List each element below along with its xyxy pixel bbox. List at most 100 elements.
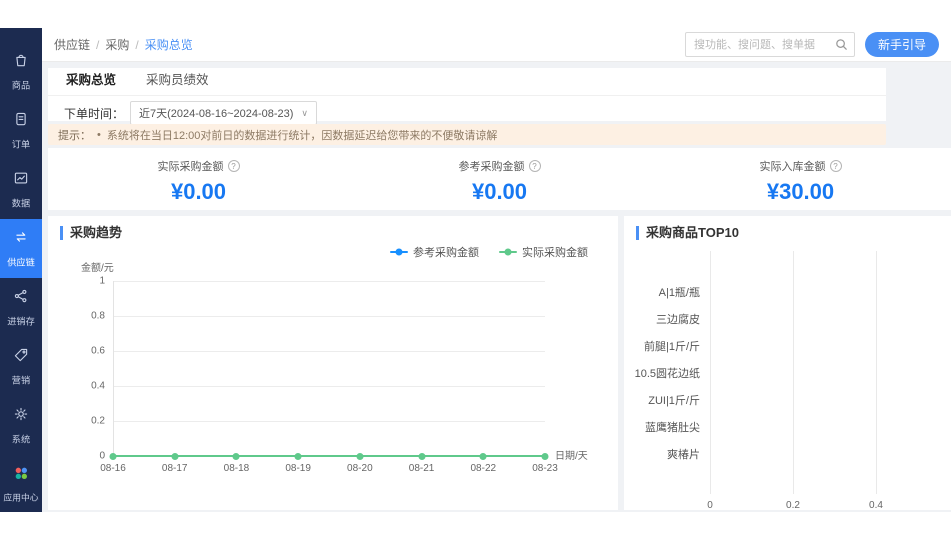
legend-item[interactable]: 参考采购金额 [390,244,479,260]
x-tick-label: 08-17 [162,463,188,474]
notice-bullet-icon: • [97,129,101,141]
help-icon[interactable]: ? [228,160,240,172]
breadcrumb-current: 采购总览 [145,36,193,53]
gridline [113,421,545,422]
category-label: 10.5圆花边纸 [624,365,700,381]
category-label: 爽椿片 [624,446,700,462]
breadcrumb-separator: / [96,38,99,52]
sidebar-item-marketing[interactable]: 营销 [0,337,42,396]
x-tick-label: 08-20 [347,463,373,474]
gridline [113,281,545,282]
data-point [110,453,117,460]
filter-row: 下单时间： 近7天(2024-08-16~2024-08-23) ∨ [48,96,886,125]
newbie-guide-button[interactable]: 新手引导 [865,32,939,57]
metric-value: ¥0.00 [48,179,349,205]
sidebar-item-data[interactable]: 数据 [0,160,42,219]
x-tick-label: 0.4 [869,500,883,510]
y-tick-label: 0.8 [91,311,105,322]
y-axis-line [113,281,114,456]
order-time-label: 下单时间： [64,105,124,122]
sidebar-item-goods[interactable]: 商品 [0,42,42,101]
y-tick-label: 0 [99,451,105,462]
help-icon[interactable]: ? [830,160,842,172]
data-point [233,453,240,460]
x-tick-label: 08-18 [224,463,250,474]
search-box [685,32,855,57]
sidebar-item-label: 商品 [12,78,30,92]
page: 观麦科技 商品 订单 数据 供应链 进销存 [0,0,951,551]
y-tick-label: 0.4 [91,381,105,392]
data-point [295,453,302,460]
data-point [542,453,549,460]
tab-bar: 采购总览 采购员绩效 [48,68,886,96]
legend-item[interactable]: 实际采购金额 [499,244,588,260]
metric-actual-purchase: 实际采购金额 ? ¥0.00 [48,148,349,210]
date-range-select[interactable]: 近7天(2024-08-16~2024-08-23) ∨ [130,101,317,125]
x-tick-label: 08-19 [285,463,311,474]
metric-label: 实际采购金额 ? [158,158,240,174]
sidebar-item-supply-chain[interactable]: 供应链 [0,219,42,278]
tab-purchaser-performance[interactable]: 采购员绩效 [144,69,211,95]
sidebar-item-system[interactable]: 系统 [0,396,42,455]
orders-icon [12,110,30,133]
chevron-down-icon: ∨ [301,108,308,119]
legend-dot [505,249,512,256]
breadcrumb-supply-chain[interactable]: 供应链 [54,36,90,53]
sidebar: 观麦科技 商品 订单 数据 供应链 进销存 [0,28,42,512]
top10-products-card: 采购商品TOP10 00.20.4A|1瓶/瓶三边腐皮前腿|1斤/斤10.5圆花… [624,216,951,510]
gridline [793,251,794,494]
app-center-icon [13,465,29,486]
gridline [876,251,877,494]
sidebar-item-label: 数据 [12,196,30,210]
legend-dot [396,249,403,256]
gridline [113,351,545,352]
sidebar-item-app-center[interactable]: 应用中心 [0,455,42,516]
breadcrumb-purchase[interactable]: 采购 [105,36,129,53]
legend-label: 实际采购金额 [522,244,588,260]
trend-plot-area: 00.20.40.60.81金额/元日期/天08-1608-1708-1808-… [113,281,545,456]
inventory-icon [12,287,30,310]
sidebar-item-label: 进销存 [7,314,35,328]
x-tick-label: 0 [707,500,713,510]
metric-label: 实际入库金额 ? [760,158,842,174]
data-point [356,453,363,460]
y-axis-title: 金额/元 [81,259,114,274]
x-tick-label: 08-23 [532,463,558,474]
data-point [171,453,178,460]
x-axis-title: 日期/天 [555,447,588,462]
metric-value: ¥0.00 [349,179,650,205]
header-right: 新手引导 [685,32,939,57]
purchase-trend-card: 采购趋势 参考采购金额实际采购金额 00.20.40.60.81金额/元日期/天… [48,216,618,510]
legend-marker [499,251,517,253]
chart-legend: 参考采购金额 实际采购金额 [390,244,588,260]
gridline [710,251,711,494]
sidebar-item-label: 供应链 [7,255,35,269]
category-label: A|1瓶/瓶 [624,284,700,300]
date-range-value: 近7天(2024-08-16~2024-08-23) [139,105,293,121]
tab-purchase-overview[interactable]: 采购总览 [64,69,118,95]
y-tick-label: 1 [99,276,105,287]
search-input[interactable] [685,32,855,57]
header: 供应链 / 采购 / 采购总览 新手引导 [42,28,951,62]
data-icon [12,169,30,192]
supply-chain-icon [12,228,30,251]
search-icon[interactable] [834,37,849,52]
x-tick-label: 08-21 [409,463,435,474]
sidebar-nav: 商品 订单 数据 供应链 进销存 营销 [0,28,42,455]
marketing-icon [12,346,30,369]
legend-marker [390,251,408,253]
category-label: 三边腐皮 [624,311,700,327]
breadcrumb-separator: / [135,38,138,52]
sidebar-item-inventory[interactable]: 进销存 [0,278,42,337]
notice-text: 系统将在当日12:00对前日的数据进行统计，因数据延迟给您带来的不便敬请谅解 [107,127,498,143]
metrics-band: 实际采购金额 ? ¥0.00 参考采购金额 ? ¥0.00 实际入库金额 ? ¥… [48,148,951,210]
legend-label: 参考采购金额 [413,244,479,260]
x-tick-label: 08-16 [100,463,126,474]
breadcrumb: 供应链 / 采购 / 采购总览 [54,36,193,53]
sidebar-item-label: 订单 [12,137,30,151]
sidebar-item-orders[interactable]: 订单 [0,101,42,160]
notice-bar: 提示： • 系统将在当日12:00对前日的数据进行统计，因数据延迟给您带来的不便… [48,124,886,145]
y-tick-label: 0.6 [91,346,105,357]
tabs-panel: 采购总览 采购员绩效 下单时间： 近7天(2024-08-16~2024-08-… [48,68,886,121]
help-icon[interactable]: ? [529,160,541,172]
